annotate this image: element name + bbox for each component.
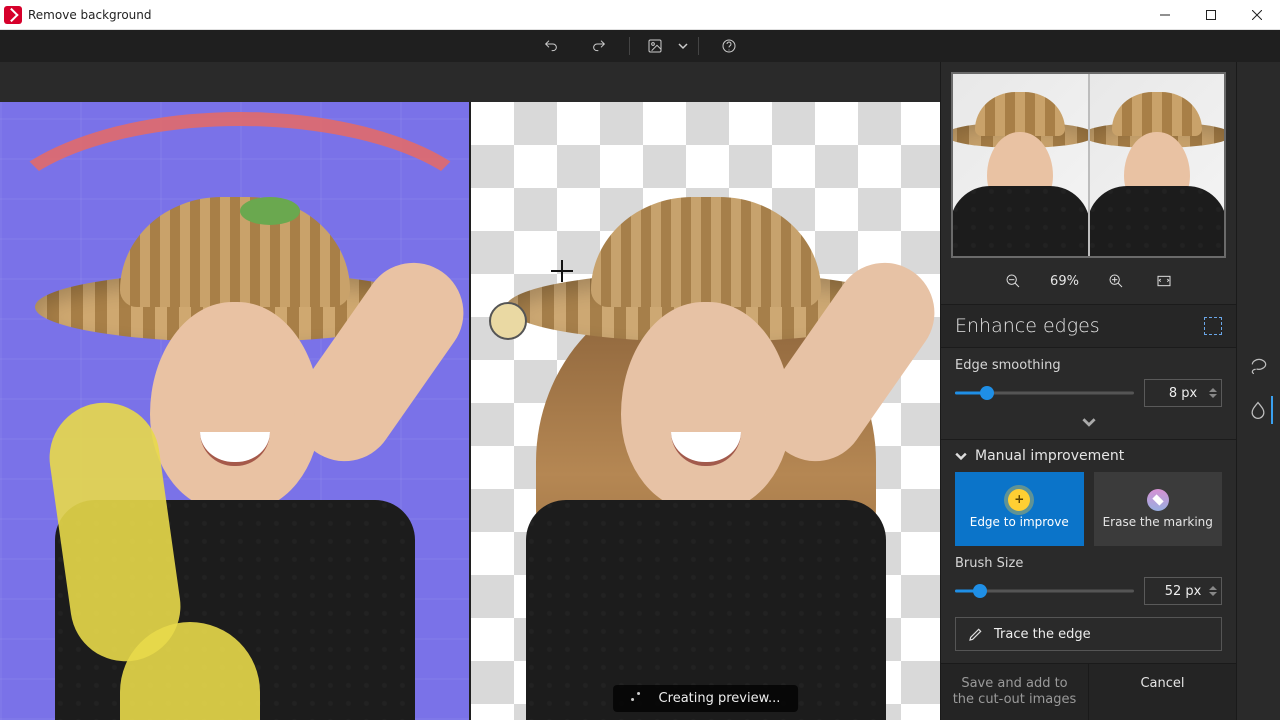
titlebar: Remove background: [0, 0, 1280, 30]
undo-button[interactable]: [527, 30, 575, 62]
canvas-original[interactable]: [0, 102, 469, 720]
plus-circle-icon: +: [1008, 489, 1030, 511]
zoom-fit-button[interactable]: [1153, 270, 1175, 292]
thumb-before[interactable]: [953, 74, 1088, 256]
window-maximize-button[interactable]: [1188, 0, 1234, 29]
preview-thumbnails: [951, 72, 1226, 258]
brush-size-label: Brush Size: [955, 556, 1222, 571]
window-minimize-button[interactable]: [1142, 0, 1188, 29]
brush-cursor-preview: [489, 302, 527, 340]
zoom-level: 69%: [1050, 274, 1079, 289]
main: Creating preview... 69%: [0, 62, 1280, 720]
crosshair-icon: [551, 260, 573, 282]
tool-erase-marking[interactable]: Erase the marking: [1094, 472, 1223, 546]
tool-rail: [1236, 62, 1280, 720]
toolbar: [0, 30, 1280, 62]
zoom-in-button[interactable]: [1105, 270, 1127, 292]
edge-smoothing-label: Edge smoothing: [955, 358, 1222, 373]
save-button[interactable]: Save and add to the cut-out images: [941, 664, 1088, 720]
keep-stroke: [240, 197, 300, 225]
edge-smoothing-slider[interactable]: [955, 383, 1134, 403]
brush-size-input[interactable]: 52 px: [1144, 577, 1222, 605]
status-text: Creating preview...: [659, 691, 781, 706]
cancel-button[interactable]: Cancel: [1088, 664, 1236, 720]
thumb-after[interactable]: [1088, 74, 1225, 256]
window-close-button[interactable]: [1234, 0, 1280, 29]
edge-smoothing-input[interactable]: 8 px: [1144, 379, 1222, 407]
side-panel: 69% Enhance edges Edge smoothing 8 px: [940, 62, 1236, 720]
redo-button[interactable]: [575, 30, 623, 62]
trace-edge-label: Trace the edge: [994, 627, 1091, 642]
trace-edge-button[interactable]: Trace the edge: [955, 617, 1222, 651]
status-toast: Creating preview...: [613, 685, 799, 712]
eraser-icon: [1142, 484, 1173, 515]
tool-label: Edge to improve: [970, 515, 1069, 530]
section-title: Enhance edges: [955, 315, 1100, 337]
window-title: Remove background: [28, 8, 152, 22]
background-mode-button[interactable]: [636, 30, 674, 62]
tool-label: Erase the marking: [1103, 515, 1213, 530]
tool-edge-to-improve[interactable]: + Edge to improve: [955, 472, 1084, 546]
rail-lasso-icon[interactable]: [1245, 352, 1273, 380]
spinner-icon: [631, 692, 645, 706]
zoom-out-button[interactable]: [1002, 270, 1024, 292]
canvas-area: Creating preview...: [0, 62, 940, 720]
background-mode-dropdown[interactable]: [674, 41, 692, 51]
subhead-label: Manual improvement: [975, 448, 1124, 464]
canvas-preview[interactable]: Creating preview...: [469, 102, 940, 720]
app-icon: [4, 6, 22, 24]
brush-size-value: 52 px: [1165, 584, 1202, 599]
rail-droplet-icon[interactable]: [1245, 396, 1273, 424]
brush-size-slider[interactable]: [955, 581, 1134, 601]
edge-smoothing-value: 8 px: [1169, 386, 1197, 401]
section-manual-improvement[interactable]: Manual improvement: [941, 439, 1236, 472]
section-enhance-edges: Enhance edges: [941, 304, 1236, 348]
help-button[interactable]: [705, 30, 753, 62]
selection-icon[interactable]: [1204, 317, 1222, 335]
expand-more-button[interactable]: [955, 413, 1222, 439]
